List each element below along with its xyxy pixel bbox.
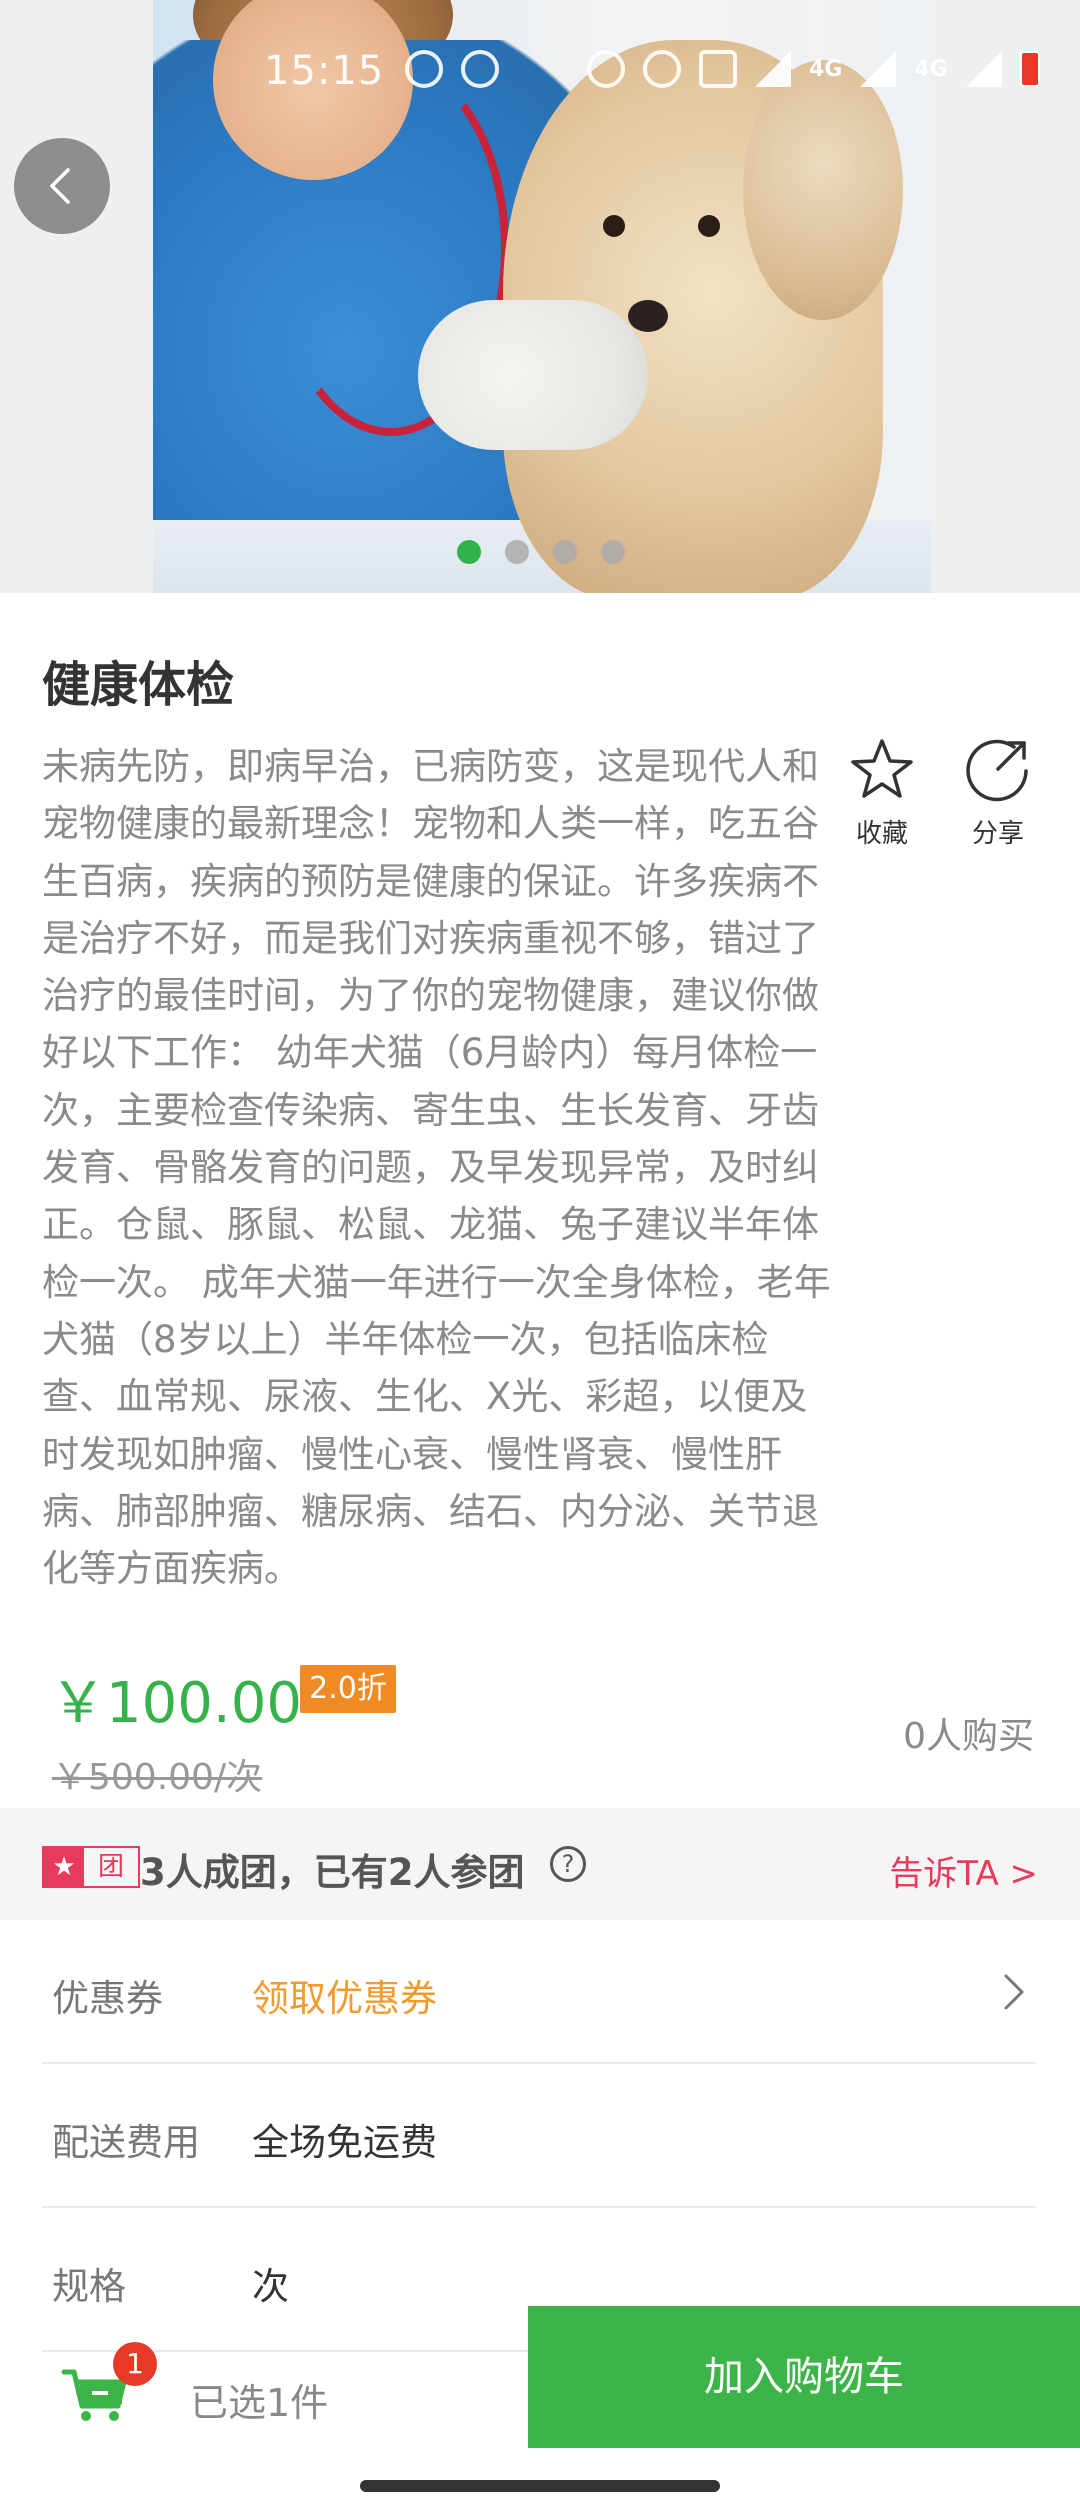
delivery-value: 全场免运费 xyxy=(252,2121,437,2164)
home-indicator[interactable] xyxy=(360,2480,720,2492)
network-label: 4G xyxy=(809,56,843,82)
clock-icon xyxy=(405,50,443,88)
delivery-row: 配送费用 全场免运费 xyxy=(42,2064,1036,2208)
tell-friend-link[interactable]: 告诉TA > xyxy=(889,1846,1038,1895)
coupon-value[interactable]: 领取优惠券 xyxy=(252,1968,437,2022)
selected-count: 已选1件 xyxy=(190,2381,329,2425)
product-title: 健康体检 xyxy=(42,657,235,713)
back-button[interactable] xyxy=(14,138,110,234)
group-buy-strip: ★ 团 3人成团，已有2人参团 ? 告诉TA > xyxy=(0,1808,1080,1920)
star-icon xyxy=(851,739,913,798)
qr-icon xyxy=(699,50,737,88)
clock-icon xyxy=(461,50,499,88)
spec-value: 次 xyxy=(252,2265,289,2308)
network-label: 4G xyxy=(914,56,948,82)
signal-icon xyxy=(860,51,897,87)
favorite-button[interactable]: 收藏 xyxy=(837,735,927,850)
signal-icon xyxy=(965,51,1002,87)
gallery-dot-3[interactable] xyxy=(553,540,577,564)
delivery-label: 配送费用 xyxy=(52,2121,200,2164)
status-icons: 4G 4G xyxy=(405,50,1040,88)
sync-icon xyxy=(643,50,681,88)
group-badge: ★ 团 xyxy=(42,1846,140,1888)
chevron-right-icon xyxy=(1002,1972,1026,2022)
battery-icon xyxy=(1019,51,1040,87)
favorite-label: 收藏 xyxy=(855,819,908,849)
chevron-left-icon xyxy=(50,168,70,204)
share-label: 分享 xyxy=(971,819,1024,849)
original-price: ￥500.00/次 xyxy=(52,1757,263,1798)
product-price: ￥100.00 xyxy=(50,1671,302,1736)
gallery-dot-2[interactable] xyxy=(505,540,529,564)
star-icon: ★ xyxy=(44,1848,84,1886)
buyer-count: 0人购买 xyxy=(903,1716,1034,1757)
alarm-icon xyxy=(587,50,625,88)
coupon-row[interactable]: 优惠券 领取优惠券 xyxy=(42,1920,1036,2064)
gallery-dot-1[interactable] xyxy=(457,540,481,564)
status-bar: 15:15 4G 4G xyxy=(0,40,1080,100)
spec-label: 规格 xyxy=(52,2265,126,2308)
share-icon xyxy=(966,739,1028,802)
group-buy-text: 3人成团，已有2人参团 xyxy=(140,1851,525,1894)
group-badge-text: 团 xyxy=(97,1852,124,1882)
discount-badge: 2.0折 xyxy=(300,1665,396,1713)
cart-count-badge: 1 xyxy=(113,2342,157,2386)
gallery-dot-4[interactable] xyxy=(601,540,625,564)
help-icon[interactable]: ? xyxy=(550,1846,586,1882)
add-to-cart-button[interactable]: 加入购物车 xyxy=(528,2306,1080,2448)
product-description: 未病先防，即病早治，已病防变，这是现代人和宠物健康的最新理念！宠物和人类一样，吃… xyxy=(42,745,831,1591)
status-time: 15:15 xyxy=(264,48,385,94)
wifi-icon xyxy=(755,51,791,87)
gallery-pagination xyxy=(457,540,625,564)
coupon-label: 优惠券 xyxy=(52,1977,163,2020)
share-button[interactable]: 分享 xyxy=(953,735,1043,850)
